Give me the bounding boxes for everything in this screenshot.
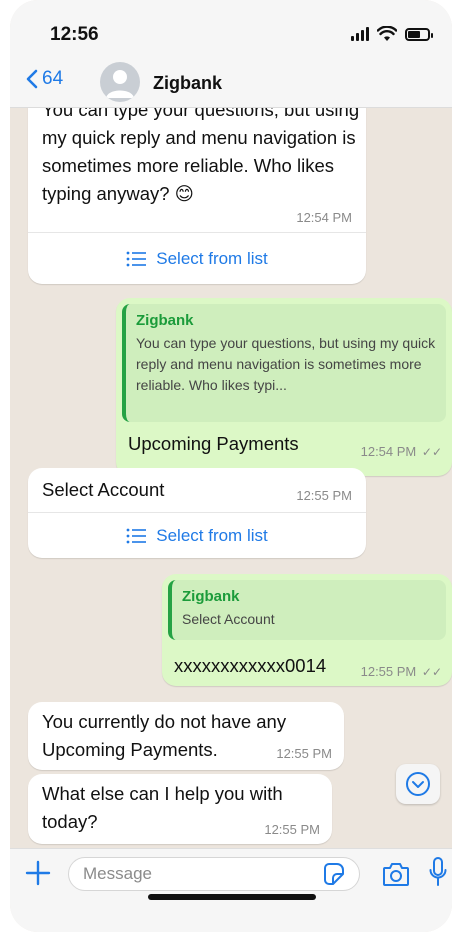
message-time: 12:55 PM — [296, 488, 352, 503]
scroll-to-bottom-button[interactable] — [396, 764, 440, 804]
mic-icon[interactable] — [429, 857, 447, 887]
message-bubble-incoming[interactable]: You can type your questions, but using m… — [28, 108, 366, 284]
back-chevron-icon — [26, 69, 38, 89]
message-bubble-incoming[interactable]: What else can I help you with today? 12:… — [28, 774, 332, 844]
chat-header: 64 Zigbank — [10, 60, 452, 106]
top-bar: 12:56 64 Zigbank — [10, 0, 452, 108]
quoted-text: You can type your questions, but using m… — [136, 335, 436, 393]
back-button[interactable]: 64 — [26, 68, 63, 90]
message-time-text: 12:55 PM — [360, 664, 417, 679]
plus-icon[interactable] — [24, 859, 52, 887]
quoted-message[interactable]: Zigbank Select Account — [168, 580, 446, 640]
list-button-label: Select from list — [156, 248, 268, 268]
home-indicator[interactable] — [148, 894, 316, 900]
unread-count: 64 — [42, 68, 64, 89]
message-text: Select Account — [42, 479, 165, 500]
list-icon — [126, 528, 147, 543]
avatar-icon — [106, 70, 134, 98]
quoted-sender: Zigbank — [136, 312, 194, 329]
avatar[interactable] — [100, 62, 140, 102]
quoted-sender: Zigbank — [182, 588, 240, 605]
message-bubble-incoming[interactable]: Select Account 12:55 PM Select from list — [28, 468, 366, 558]
contact-name[interactable]: Zigbank — [153, 73, 222, 94]
signal-icon — [351, 27, 369, 41]
phone-screen: 12:56 64 Zigbank You can type your quest… — [10, 0, 452, 932]
message-bubble-incoming[interactable]: You currently do not have any Upcoming P… — [28, 702, 344, 770]
message-input[interactable] — [68, 857, 360, 891]
scroll-down-icon — [406, 772, 430, 796]
read-ticks-icon: ✓✓ — [421, 445, 442, 459]
status-time: 12:56 — [50, 24, 99, 45]
list-button-label: Select from list — [156, 525, 268, 545]
message-time: 12:54 PM ✓✓ — [361, 444, 442, 459]
read-ticks-icon: ✓✓ — [421, 665, 442, 679]
message-bubble-outgoing[interactable]: Zigbank Select Account xxxxxxxxxxxx0014 … — [162, 574, 452, 686]
status-icons — [351, 26, 433, 42]
message-time: 12:55 PM — [276, 746, 332, 761]
camera-icon[interactable] — [382, 861, 410, 887]
select-from-list-button[interactable]: Select from list — [28, 232, 366, 284]
select-from-list-button[interactable]: Select from list — [28, 512, 366, 558]
chat-area[interactable]: You can type your questions, but using m… — [10, 108, 452, 848]
message-text: You can type your questions, but using m… — [42, 108, 360, 204]
quoted-text: Select Account — [182, 611, 275, 627]
message-text: xxxxxxxxxxxx0014 — [174, 655, 327, 676]
sticker-icon[interactable] — [321, 862, 345, 886]
message-time: 12:54 PM — [296, 210, 352, 225]
quoted-message[interactable]: Zigbank You can type your questions, but… — [122, 304, 446, 422]
message-time: 12:55 PM ✓✓ — [361, 664, 442, 679]
message-composer — [10, 848, 452, 932]
message-time: 12:55 PM — [264, 822, 320, 837]
message-time-text: 12:54 PM — [360, 444, 417, 459]
list-icon — [126, 251, 147, 266]
wifi-icon — [377, 26, 397, 41]
battery-icon — [405, 27, 433, 41]
message-text: Upcoming Payments — [128, 433, 299, 454]
message-bubble-outgoing[interactable]: Zigbank You can type your questions, but… — [116, 298, 452, 476]
